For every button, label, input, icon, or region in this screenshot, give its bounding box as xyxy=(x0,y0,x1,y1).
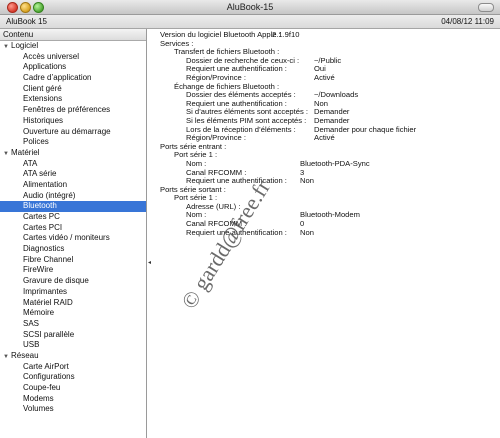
sidebar-item-label: Matériel xyxy=(11,147,40,157)
sidebar-item-label: Imprimantes xyxy=(23,286,68,296)
sidebar-item[interactable]: Bluetooth xyxy=(0,201,146,212)
sidebar-item[interactable]: Fenêtres de préférences xyxy=(0,105,146,116)
sidebar-item[interactable]: Audio (intégré) xyxy=(0,191,146,202)
sidebar-item-label: Cartes PCI xyxy=(23,222,63,232)
sidebar-item[interactable]: Alimentation xyxy=(0,180,146,191)
sidebar-item[interactable]: Ouverture au démarrage xyxy=(0,127,146,138)
sidebar-list: ▼ Logiciel Accès universel Applications Cadr… xyxy=(0,41,146,415)
sidebar-item[interactable]: Configurations xyxy=(0,372,146,383)
sidebar-item[interactable]: Modems xyxy=(0,394,146,405)
info-value: Activé xyxy=(314,133,335,143)
info-value: Non xyxy=(300,176,314,186)
sidebar-item[interactable]: Applications xyxy=(0,62,146,73)
info-value: 2.1.9f10 xyxy=(272,30,300,39)
sidebar-item-label: Volumes xyxy=(23,404,54,414)
sidebar-item[interactable]: Cartes PCI xyxy=(0,223,146,234)
sidebar-item-label: Historiques xyxy=(23,115,64,125)
window-title: AluBook-15 xyxy=(226,2,274,12)
sidebar-item-label: FireWire xyxy=(23,265,54,275)
sidebar-item[interactable]: Carte AirPort xyxy=(0,362,146,373)
sidebar-item-label: Bluetooth xyxy=(23,201,57,211)
sidebar-item-label: Cartes PC xyxy=(23,212,60,221)
sidebar-header[interactable]: Contenu xyxy=(0,29,146,41)
sidebar-item-label: Diagnostics xyxy=(23,244,65,254)
divider-handle-icon[interactable]: ◂ xyxy=(148,259,151,266)
sidebar-item-label: SAS xyxy=(23,318,40,328)
sidebar-item-label: Applications xyxy=(23,62,67,72)
sidebar-item[interactable]: ATA série xyxy=(0,169,146,180)
sidebar-item[interactable]: Matériel RAID xyxy=(0,298,146,309)
sidebar-item-label: Extensions xyxy=(23,94,63,104)
sidebar-item-label: Client géré xyxy=(23,83,62,93)
title-bar: AluBook-15 xyxy=(0,0,500,15)
info-value: Activé xyxy=(314,72,335,82)
sidebar-item-label: Accès universel xyxy=(23,51,80,61)
contents-sidebar: Contenu ▼ Logiciel Accès universel Applicat… xyxy=(0,29,147,438)
sidebar-item[interactable]: ATA xyxy=(0,159,146,170)
sidebar-item[interactable]: SCSI parallèle xyxy=(0,330,146,341)
sidebar-item[interactable]: FireWire xyxy=(0,265,146,276)
sidebar-item-label: Cartes vidéo / moniteurs xyxy=(23,233,110,243)
sidebar-item[interactable]: Imprimantes xyxy=(0,287,146,298)
detail-pane: Version du logiciel Bluetooth Apple :2.1… xyxy=(160,30,496,436)
sidebar-item-label: Cadre d’application xyxy=(23,73,92,83)
info-row: Version du logiciel Bluetooth Apple :2.1… xyxy=(160,30,496,40)
sidebar-item-label: Ouverture au démarrage xyxy=(23,126,111,136)
sidebar-item[interactable]: Accès universel xyxy=(0,52,146,63)
sidebar-item-label: Configurations xyxy=(23,372,75,382)
sidebar-item-label: Fibre Channel xyxy=(23,254,74,264)
sidebar-item[interactable]: Fibre Channel xyxy=(0,255,146,266)
sidebar-item[interactable]: Client géré xyxy=(0,84,146,95)
sidebar-item-label: Matériel RAID xyxy=(23,297,73,307)
disclosure-triangle-icon[interactable]: ▼ xyxy=(3,352,11,363)
disclosure-triangle-icon[interactable]: ▼ xyxy=(3,42,11,53)
sidebar-item[interactable]: Gravure de disque xyxy=(0,276,146,287)
info-bar: AluBook 15 04/08/12 11:09 xyxy=(0,15,500,29)
sidebar-item[interactable]: Historiques xyxy=(0,116,146,127)
sidebar-item-label: Polices xyxy=(23,137,49,147)
sidebar-item[interactable]: Mémoire xyxy=(0,308,146,319)
sidebar-item-label: Coupe-feu xyxy=(23,383,61,392)
sidebar-item-label: Gravure de disque xyxy=(23,276,89,286)
sidebar-item-label: Carte AirPort xyxy=(23,361,69,371)
machine-name: AluBook 15 xyxy=(6,17,47,26)
sidebar-item-label: Mémoire xyxy=(23,308,55,318)
info-value: Bluetooth-PDA-Sync xyxy=(300,158,370,168)
disclosure-triangle-icon[interactable]: ▼ xyxy=(3,149,11,160)
report-date: 04/08/12 11:09 xyxy=(441,17,494,26)
sidebar-item-label: Audio (intégré) xyxy=(23,190,76,200)
toolbar-toggle-button[interactable] xyxy=(478,3,494,12)
sidebar-item[interactable]: Cadre d’application xyxy=(0,73,146,84)
sidebar-item[interactable]: Volumes xyxy=(0,404,146,415)
sidebar-item[interactable]: Cartes vidéo / moniteurs xyxy=(0,233,146,244)
sidebar-item-label: SCSI parallèle xyxy=(23,329,75,339)
sidebar-category[interactable]: ▼ Logiciel xyxy=(0,41,146,52)
sidebar-item[interactable]: Cartes PC xyxy=(0,212,146,223)
sidebar-item[interactable]: Diagnostics xyxy=(0,244,146,255)
bluetooth-info-list: Version du logiciel Bluetooth Apple :2.1… xyxy=(160,30,496,238)
sidebar-item[interactable]: Coupe-feu xyxy=(0,383,146,394)
sidebar-category[interactable]: ▼ Matériel xyxy=(0,148,146,159)
info-row: Requiert une authentification : Non xyxy=(160,227,496,238)
sidebar-item-label: ATA xyxy=(23,158,38,168)
info-value: Non xyxy=(300,227,314,237)
sidebar-item[interactable]: USB xyxy=(0,340,146,351)
sidebar-item-label: USB xyxy=(23,340,40,350)
sidebar-item-label: Modems xyxy=(23,393,54,403)
sidebar-item-label: Alimentation xyxy=(23,179,68,189)
sidebar-item-label: Fenêtres de préférences xyxy=(23,105,111,115)
sidebar-item[interactable]: SAS xyxy=(0,319,146,330)
sidebar-item-label: ATA série xyxy=(23,169,57,179)
split-view-divider[interactable]: ◂ xyxy=(147,29,156,438)
sidebar-item-label: Réseau xyxy=(11,350,39,360)
sidebar-item[interactable]: Polices xyxy=(0,137,146,148)
sidebar-category[interactable]: ▼ Réseau xyxy=(0,351,146,362)
info-value: Bluetooth-Modem xyxy=(300,210,360,220)
sidebar-item[interactable]: Extensions xyxy=(0,94,146,105)
sidebar-item-label: Logiciel xyxy=(11,41,39,50)
